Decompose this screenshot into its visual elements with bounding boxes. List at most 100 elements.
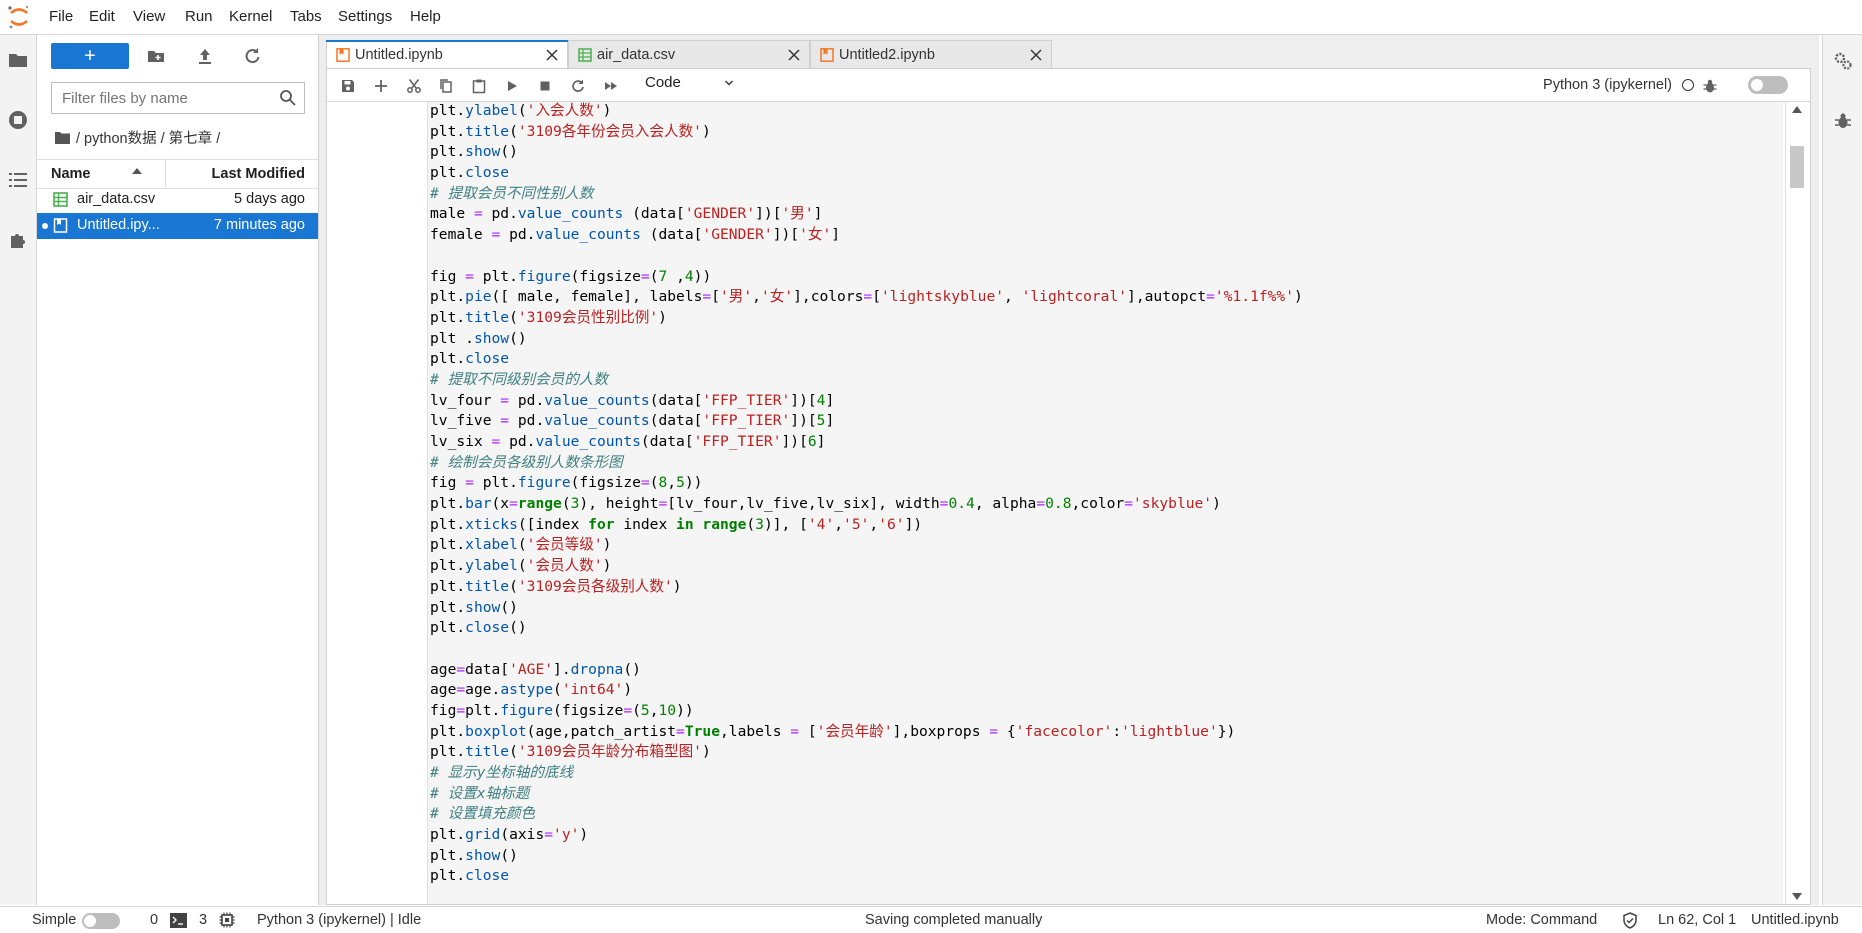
code-line[interactable]: # 显示y坐标轴的底线: [430, 763, 1303, 784]
close-icon[interactable]: [788, 49, 800, 61]
scroll-down-arrow-icon[interactable]: [1792, 893, 1802, 900]
code-line[interactable]: [430, 246, 1303, 267]
upload-icon[interactable]: [194, 45, 216, 67]
folder-icon[interactable]: [7, 49, 29, 71]
close-icon[interactable]: [546, 49, 558, 61]
stop-icon[interactable]: [537, 78, 553, 94]
scroll-up-arrow-icon[interactable]: [1792, 106, 1802, 113]
paste-icon[interactable]: [471, 78, 487, 94]
bug-icon[interactable]: [1702, 78, 1718, 94]
save-icon[interactable]: [340, 78, 356, 94]
code-line[interactable]: age=data['AGE'].dropna(): [430, 660, 1303, 681]
copy-icon[interactable]: [438, 78, 454, 94]
column-modified-header[interactable]: Last Modified: [212, 166, 305, 182]
code-line[interactable]: plt.show(): [430, 142, 1303, 163]
menu-kernel[interactable]: Kernel: [229, 8, 272, 25]
code-line[interactable]: # 提取不同级别会员的人数: [430, 370, 1303, 391]
scrollbar-thumb[interactable]: [1790, 146, 1804, 188]
tab-untitled-ipynb[interactable]: Untitled.ipynb: [326, 40, 568, 69]
run-icon[interactable]: [504, 78, 520, 94]
code-line[interactable]: plt.close: [430, 866, 1303, 887]
new-folder-icon[interactable]: [145, 45, 167, 67]
cut-icon[interactable]: [406, 78, 422, 94]
restart-icon[interactable]: [570, 78, 586, 94]
code-line[interactable]: fig=plt.figure(figsize=(5,10)): [430, 701, 1303, 722]
notebook-icon: [820, 48, 834, 62]
cursor-position[interactable]: Ln 62, Col 1: [1658, 912, 1736, 928]
code-line[interactable]: plt.xticks([index for index in range(3)]…: [430, 515, 1303, 536]
breadcrumb-path[interactable]: / python数据 / 第七章 /: [76, 127, 220, 148]
code-line[interactable]: # 设置x轴标题: [430, 784, 1303, 805]
property-inspector-gears-icon[interactable]: [1833, 51, 1853, 71]
code-line[interactable]: plt.boxplot(age,patch_artist=True,labels…: [430, 722, 1303, 743]
status-message: Saving completed manually: [865, 912, 1043, 928]
column-name-header[interactable]: Name: [51, 166, 91, 182]
folder-icon[interactable]: [55, 131, 70, 144]
code-line[interactable]: fig = plt.figure(figsize=(7 ,4)): [430, 267, 1303, 288]
tab-air-data-csv[interactable]: air_data.csv: [568, 40, 810, 68]
code-line[interactable]: plt.show(): [430, 598, 1303, 619]
kernel-chip-icon[interactable]: [219, 912, 235, 928]
code-line[interactable]: plt.xlabel('会员等级'): [430, 535, 1303, 556]
extensions-puzzle-icon[interactable]: [7, 229, 29, 251]
code-line[interactable]: plt.title('3109会员性别比例'): [430, 308, 1303, 329]
close-icon[interactable]: [1030, 49, 1042, 61]
terminal-icon[interactable]: [170, 913, 187, 928]
code-line[interactable]: lv_six = pd.value_counts(data['FFP_TIER'…: [430, 432, 1303, 453]
new-launcher-button[interactable]: +: [51, 43, 129, 69]
code-line[interactable]: plt.bar(x=range(3), height=[lv_four,lv_f…: [430, 494, 1303, 515]
debugger-bug-icon[interactable]: [1833, 111, 1853, 131]
vertical-scrollbar[interactable]: [1785, 102, 1808, 904]
tab-untitled2-ipynb[interactable]: Untitled2.ipynb: [810, 40, 1052, 68]
code-line[interactable]: lv_four = pd.value_counts(data['FFP_TIER…: [430, 391, 1303, 412]
menu-edit[interactable]: Edit: [89, 8, 115, 25]
cell-type-dropdown[interactable]: Code: [645, 74, 733, 91]
code-line[interactable]: # 绘制会员各级别人数条形图: [430, 453, 1303, 474]
code-line[interactable]: plt.pie([ male, female], labels=['男','女'…: [430, 287, 1303, 308]
menu-view[interactable]: View: [133, 8, 165, 25]
running-kernels-icon[interactable]: [7, 109, 29, 131]
code-editor-text[interactable]: plt.ylabel('入会人数') plt.title('3109各年份会员入会…: [430, 101, 1303, 887]
code-line[interactable]: # 设置填充颜色: [430, 804, 1303, 825]
code-line[interactable]: [430, 639, 1303, 660]
menu-tabs[interactable]: Tabs: [290, 8, 322, 25]
kernel-status-text[interactable]: Python 3 (ipykernel) | Idle: [257, 912, 421, 928]
menu-settings[interactable]: Settings: [338, 8, 392, 25]
code-line[interactable]: fig = plt.figure(figsize=(8,5)): [430, 473, 1303, 494]
debugger-toggle[interactable]: [1748, 76, 1788, 94]
code-line[interactable]: age=age.astype('int64'): [430, 680, 1303, 701]
menu-run[interactable]: Run: [185, 8, 213, 25]
add-cell-icon[interactable]: [373, 78, 389, 94]
code-line[interactable]: plt .show(): [430, 329, 1303, 350]
shield-check-icon[interactable]: [1622, 912, 1638, 929]
file-row-air-data[interactable]: air_data.csv 5 days ago: [37, 187, 318, 213]
refresh-icon[interactable]: [241, 45, 263, 67]
code-line[interactable]: lv_five = pd.value_counts(data['FFP_TIER…: [430, 411, 1303, 432]
code-line[interactable]: female = pd.value_counts (data['GENDER']…: [430, 225, 1303, 246]
simple-mode-toggle[interactable]: [82, 913, 120, 929]
editor-mode[interactable]: Mode: Command: [1486, 912, 1597, 928]
table-of-contents-icon[interactable]: [7, 169, 29, 191]
terminals-count[interactable]: 0: [150, 912, 158, 928]
code-line[interactable]: plt.show(): [430, 846, 1303, 867]
code-line[interactable]: male = pd.value_counts (data['GENDER'])[…: [430, 204, 1303, 225]
column-divider[interactable]: [165, 160, 166, 188]
code-line[interactable]: # 提取会员不同性别人数: [430, 184, 1303, 205]
kernels-count[interactable]: 3: [199, 912, 207, 928]
code-line[interactable]: plt.close: [430, 163, 1303, 184]
code-line[interactable]: plt.close(): [430, 618, 1303, 639]
code-line[interactable]: plt.title('3109会员各级别人数'): [430, 577, 1303, 598]
menu-file[interactable]: File: [49, 8, 73, 25]
code-line[interactable]: plt.ylabel('会员人数'): [430, 556, 1303, 577]
code-line[interactable]: plt.grid(axis='y'): [430, 825, 1303, 846]
file-filter-input[interactable]: [60, 83, 279, 113]
code-line[interactable]: plt.title('3109会员年龄分布箱型图'): [430, 742, 1303, 763]
code-line[interactable]: plt.ylabel('入会人数'): [430, 101, 1303, 122]
file-row-untitled[interactable]: Untitled.ipy... 7 minutes ago: [37, 213, 318, 239]
kernel-name[interactable]: Python 3 (ipykernel): [1543, 77, 1672, 93]
code-line[interactable]: plt.title('3109各年份会员入会人数'): [430, 122, 1303, 143]
simple-mode-label: Simple: [32, 912, 77, 928]
menu-help[interactable]: Help: [410, 8, 441, 25]
fast-forward-icon[interactable]: [603, 78, 619, 94]
code-line[interactable]: plt.close: [430, 349, 1303, 370]
